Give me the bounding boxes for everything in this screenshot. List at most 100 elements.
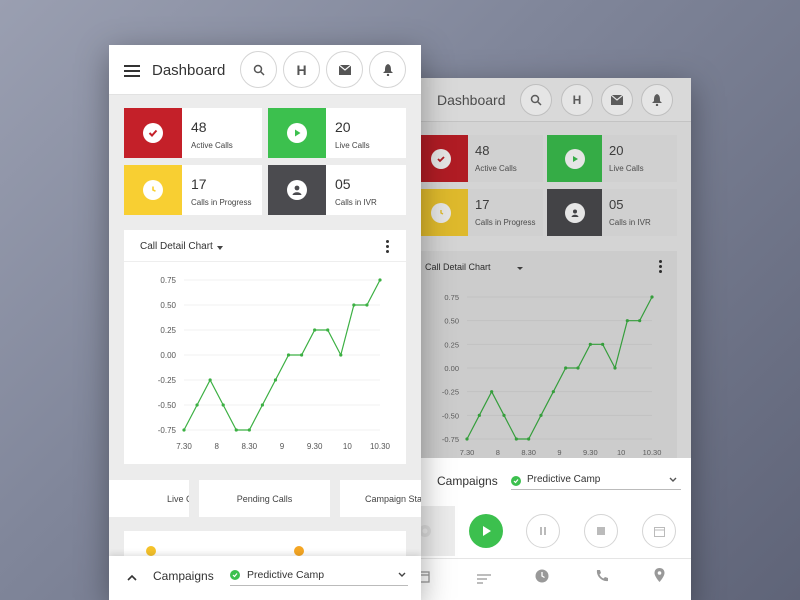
search-icon	[530, 94, 542, 106]
chevron-down-icon[interactable]	[217, 246, 223, 250]
mail-button[interactable]	[601, 84, 633, 116]
check-icon	[430, 148, 451, 169]
x-tick-label: 7.30	[176, 442, 192, 451]
stat-card-active[interactable]: 48 Active Calls	[124, 108, 262, 158]
line-chart: 0.750.500.250.00-0.25-0.50-0.757.30 8 8.30…	[442, 293, 662, 457]
chevron-up-icon[interactable]	[127, 574, 137, 581]
bell-icon	[382, 63, 393, 76]
data-point	[613, 366, 617, 370]
call-tabs: Live Calls Pending Calls Campaign Status	[109, 480, 421, 518]
clock-icon[interactable]	[535, 569, 549, 588]
stat-card-ivr[interactable]: 05 Calls in IVR	[547, 189, 677, 236]
bell-button[interactable]	[369, 51, 406, 88]
data-point	[234, 428, 238, 432]
stat-card-ivr[interactable]: 05 Calls in IVR	[268, 165, 406, 215]
back-header: Dashboard H	[395, 78, 691, 122]
x-tick-label: 9	[280, 442, 285, 451]
play-icon	[483, 526, 491, 536]
location-icon[interactable]	[654, 568, 665, 588]
mail-icon	[611, 95, 623, 105]
search-button[interactable]	[240, 51, 277, 88]
call-detail-chart-card: Call Detail Chart 0.75 0.50 0.25 0.00 -0.25 -…	[413, 251, 677, 461]
data-point	[576, 366, 580, 370]
play-button[interactable]	[469, 514, 503, 548]
stat-label: Live Calls	[609, 164, 644, 173]
call-detail-chart-card: Call Detail Chart 0.75 0.50 0.25 0.00 -0.25 -…	[124, 230, 406, 464]
app-header: Dashboard H	[109, 45, 421, 95]
x-tick-label: 8.30	[521, 448, 536, 457]
tab-pending-calls[interactable]: Pending Calls	[199, 480, 330, 517]
campaign-select[interactable]: Predictive Camp	[527, 474, 600, 485]
clock-icon	[143, 180, 163, 200]
data-point	[208, 378, 212, 382]
data-point	[638, 319, 642, 323]
stat-label: Active Calls	[191, 141, 233, 150]
campaign-select[interactable]: Predictive Camp	[247, 569, 324, 581]
sort-icon[interactable]	[477, 571, 491, 589]
x-tick-label: 7.30	[460, 448, 475, 457]
data-point	[221, 403, 225, 407]
h-button[interactable]: H	[283, 51, 320, 88]
stat-card-progress[interactable]: 17 Calls in Progress	[413, 189, 543, 236]
front-screen: Dashboard H 48 Active Calls 20 Live Call…	[109, 45, 421, 600]
stat-card-progress[interactable]: 17 Calls in Progress	[124, 165, 262, 215]
data-point	[300, 353, 304, 357]
stop-button[interactable]	[584, 514, 618, 548]
chevron-down-icon[interactable]	[669, 477, 677, 483]
data-point	[539, 413, 543, 417]
stat-label: Calls in IVR	[335, 198, 377, 207]
stat-value: 05	[609, 197, 624, 212]
data-point	[260, 403, 264, 407]
page-title: Dashboard	[152, 62, 226, 79]
data-point	[514, 437, 518, 441]
stat-card-live[interactable]: 20 Live Calls	[547, 135, 677, 182]
more-icon[interactable]	[659, 260, 662, 275]
calendar-icon	[653, 526, 665, 537]
stat-value: 17	[475, 197, 490, 212]
x-tick-label: 10	[617, 448, 625, 457]
chevron-down-icon[interactable]	[398, 572, 406, 578]
user-icon	[564, 202, 585, 223]
x-tick-label: 10.30	[370, 442, 391, 451]
calendar-button[interactable]	[642, 514, 676, 548]
tab-campaign-status[interactable]: Campaign Status	[340, 480, 421, 517]
page-title: Dashboard	[437, 92, 506, 108]
chevron-down-icon[interactable]	[517, 267, 523, 270]
check-icon	[143, 123, 163, 143]
data-point	[313, 328, 317, 332]
mail-button[interactable]	[326, 51, 363, 88]
data-point	[247, 428, 251, 432]
user-icon	[287, 180, 307, 200]
chart-title: Call Detail Chart	[425, 262, 491, 272]
h-button[interactable]: H	[561, 84, 593, 116]
more-icon[interactable]	[386, 240, 389, 255]
stat-card-live[interactable]: 20 Live Calls	[268, 108, 406, 158]
data-point	[378, 278, 382, 282]
data-point	[588, 342, 592, 346]
data-point	[182, 428, 186, 432]
stop-icon	[597, 527, 605, 535]
search-icon	[253, 64, 265, 76]
stat-card-active[interactable]: 48 Active Calls	[413, 135, 543, 182]
bell-button[interactable]	[641, 84, 673, 116]
data-point	[625, 319, 629, 323]
status-dot	[294, 546, 304, 556]
x-tick-label: 9	[557, 448, 561, 457]
data-point	[352, 303, 356, 307]
stat-value: 17	[191, 176, 207, 192]
pause-button[interactable]	[526, 514, 560, 548]
data-point	[601, 342, 605, 346]
tab-live-calls[interactable]: Live Calls	[109, 480, 189, 517]
stat-label: Calls in Progress	[475, 218, 536, 227]
y-tick-label: 0.50	[444, 317, 459, 326]
data-point	[490, 390, 494, 394]
menu-icon[interactable]	[124, 65, 140, 80]
search-button[interactable]	[520, 84, 552, 116]
phone-icon[interactable]	[595, 569, 609, 588]
y-tick-label: -0.50	[442, 411, 459, 420]
line-chart: 0.750.500.250.00-0.25-0.50-0.757.30 8 8.30…	[158, 276, 391, 451]
y-tick-label: -0.25	[442, 388, 459, 397]
data-point	[326, 328, 330, 332]
data-point	[365, 303, 369, 307]
stat-label: Active Calls	[475, 164, 517, 173]
